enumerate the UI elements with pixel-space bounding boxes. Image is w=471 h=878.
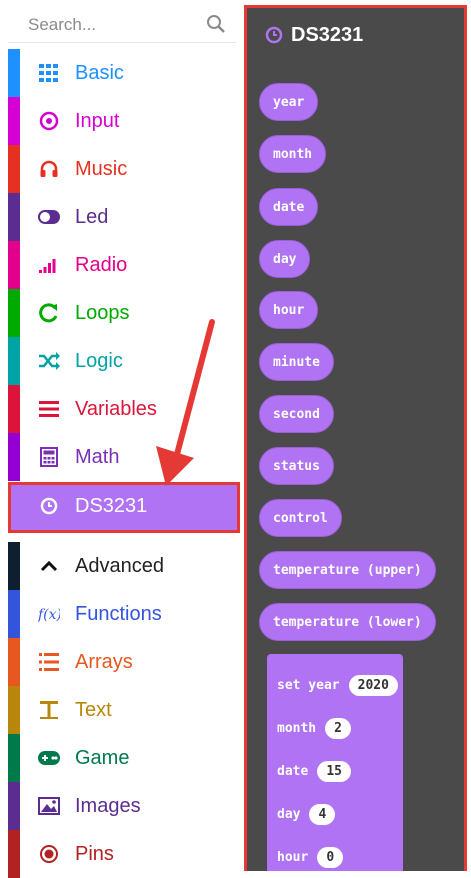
- clock-icon: [38, 495, 60, 517]
- set-day-row: day 4: [277, 799, 336, 829]
- search-input[interactable]: Search...: [28, 15, 96, 35]
- year-value-input[interactable]: 2020: [348, 674, 398, 696]
- temperature-upper-block[interactable]: temperature (upper): [259, 551, 436, 589]
- category-label: Music: [75, 158, 128, 180]
- category-label: Pins: [75, 843, 114, 865]
- control-block[interactable]: control: [259, 499, 342, 537]
- date-block[interactable]: date: [259, 188, 319, 226]
- search-box[interactable]: Search...: [8, 5, 236, 43]
- day-value-input[interactable]: 4: [309, 803, 336, 825]
- chevron-up-icon: [38, 555, 60, 577]
- set-datetime-block[interactable]: set year 2020 month 2 date 15 day 4 hour…: [267, 654, 403, 871]
- category-label: Logic: [75, 350, 123, 372]
- category-images[interactable]: Images: [8, 782, 240, 830]
- pin-icon: [38, 843, 60, 865]
- category-label: Advanced: [75, 555, 164, 577]
- flyout-header: DS3231: [265, 22, 363, 48]
- category-label: Led: [75, 206, 109, 228]
- image-icon: [38, 795, 60, 817]
- category-label: Loops: [75, 302, 130, 324]
- month-value-input[interactable]: 2: [325, 717, 351, 739]
- hour-label: hour: [277, 849, 309, 865]
- category-input[interactable]: Input: [8, 97, 240, 145]
- ds3231-flyout: DS3231 year month date day hour minute s…: [244, 5, 467, 871]
- grid-icon: [38, 62, 60, 84]
- date-label: date: [277, 763, 309, 779]
- set-year-label: set year: [277, 677, 340, 693]
- category-text[interactable]: Text: [8, 686, 240, 734]
- set-year-row: set year 2020: [277, 670, 398, 700]
- set-date-row: date 15: [277, 756, 351, 786]
- category-arrays[interactable]: Arrays: [8, 638, 240, 686]
- category-radio[interactable]: Radio: [8, 241, 240, 289]
- lines-icon: [38, 398, 60, 420]
- temperature-lower-block[interactable]: temperature (lower): [259, 603, 436, 641]
- signal-bars-icon: [38, 254, 60, 276]
- category-label: DS3231: [75, 495, 148, 517]
- calculator-icon: [38, 446, 60, 468]
- set-month-row: month 2: [277, 713, 351, 743]
- category-game[interactable]: Game: [8, 734, 240, 782]
- month-block[interactable]: month: [259, 135, 327, 173]
- category-led[interactable]: Led: [8, 193, 240, 241]
- category-label: Math: [75, 446, 120, 468]
- shuffle-icon: [38, 350, 60, 372]
- category-ds3231[interactable]: DS3231: [8, 482, 240, 530]
- headphones-icon: [38, 158, 60, 180]
- flyout-title: DS3231: [291, 23, 364, 46]
- category-label: Arrays: [75, 651, 133, 673]
- function-icon: f(x): [38, 603, 60, 625]
- category-basic[interactable]: Basic: [8, 49, 240, 97]
- toolbox: Search... Basic Input Music Led Radio Lo…: [0, 0, 244, 878]
- category-label: Variables: [75, 398, 157, 420]
- minute-block[interactable]: minute: [259, 343, 334, 381]
- category-label: Input: [75, 110, 120, 132]
- category-advanced[interactable]: Advanced: [8, 542, 240, 590]
- annotation-arrow: [156, 319, 215, 486]
- category-music[interactable]: Music: [8, 145, 240, 193]
- second-block[interactable]: second: [259, 395, 334, 433]
- category-label: Game: [75, 747, 130, 769]
- hour-value-input[interactable]: 0: [317, 846, 344, 868]
- month-label: month: [277, 720, 317, 736]
- refresh-icon: [38, 302, 60, 324]
- gamepad-icon: [38, 747, 60, 769]
- category-label: Functions: [75, 603, 162, 625]
- target-icon: [38, 110, 60, 132]
- list-icon: [38, 651, 60, 673]
- search-icon[interactable]: [206, 14, 226, 34]
- category-label: Radio: [75, 254, 128, 276]
- day-block[interactable]: day: [259, 240, 311, 278]
- text-icon: [38, 699, 60, 721]
- year-block[interactable]: year: [259, 83, 319, 121]
- category-label: Text: [75, 699, 112, 721]
- svg-text:f(x): f(x): [38, 607, 60, 623]
- hour-block[interactable]: hour: [259, 291, 319, 329]
- category-label: Images: [75, 795, 141, 817]
- status-block[interactable]: status: [259, 447, 334, 485]
- toggle-icon: [38, 206, 60, 228]
- category-functions[interactable]: f(x) Functions: [8, 590, 240, 638]
- clock-icon: [265, 26, 283, 44]
- category-label: Basic: [75, 62, 124, 84]
- set-hour-row: hour 0: [277, 842, 344, 871]
- date-value-input[interactable]: 15: [317, 760, 351, 782]
- day-label: day: [277, 806, 301, 822]
